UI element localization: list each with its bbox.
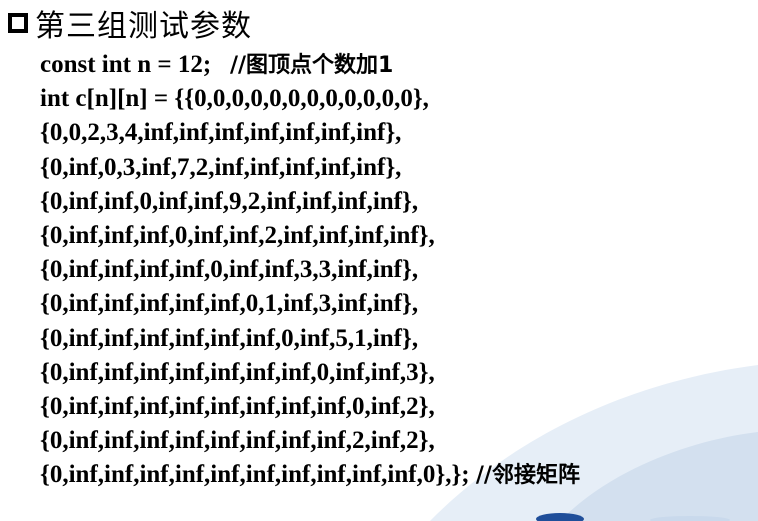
- code-line: {0,inf,inf,0,inf,inf,9,2,inf,inf,inf,inf…: [40, 185, 580, 219]
- code-line: {0,inf,inf,inf,inf,inf,0,1,inf,3,inf,inf…: [40, 287, 580, 321]
- title-text: 第三组测试参数: [35, 9, 252, 44]
- slide-title: 第三组测试参数: [8, 2, 252, 44]
- code-line: {0,0,2,3,4,inf,inf,inf,inf,inf,inf,inf},: [40, 116, 580, 150]
- code-text: {0,inf,inf,inf,inf,0,inf,inf,3,3,inf,inf…: [40, 256, 419, 284]
- code-text: {0,inf,inf,inf,inf,inf,inf,inf,inf,inf,i…: [40, 461, 476, 489]
- code-text: {0,0,2,3,4,inf,inf,inf,inf,inf,inf,inf},: [40, 119, 402, 147]
- code-line: {0,inf,inf,inf,inf,0,inf,inf,3,3,inf,inf…: [40, 253, 580, 287]
- square-bullet-icon: [8, 13, 28, 33]
- code-text: {0,inf,inf,inf,inf,inf,inf,inf,inf,2,inf…: [40, 427, 435, 455]
- code-text: {0,inf,inf,inf,0,inf,inf,2,inf,inf,inf,i…: [40, 221, 435, 249]
- code-line: {0,inf,inf,inf,inf,inf,inf,inf,inf,2,inf…: [40, 424, 580, 458]
- code-text: {0,inf,inf,inf,inf,inf,0,1,inf,3,inf,inf…: [40, 290, 419, 318]
- code-text: {0,inf,0,3,inf,7,2,inf,inf,inf,inf,inf},: [40, 153, 402, 181]
- code-text: {0,inf,inf,inf,inf,inf,inf,inf,inf,0,inf…: [40, 392, 435, 420]
- code-text: {0,inf,inf,0,inf,inf,9,2,inf,inf,inf,inf…: [40, 187, 419, 215]
- code-comment: //邻接矩阵: [475, 463, 580, 489]
- code-line: {0,inf,inf,inf,inf,inf,inf,inf,0,inf,inf…: [40, 356, 580, 390]
- code-line: {0,inf,inf,inf,inf,inf,inf,inf,inf,inf,i…: [40, 458, 580, 492]
- code-text: const int n = 12;: [40, 51, 230, 78]
- code-line: {0,inf,inf,inf,0,inf,inf,2,inf,inf,inf,i…: [40, 219, 580, 253]
- code-line: const int n = 12; //图顶点个数加1: [40, 48, 580, 82]
- code-text: {0,inf,inf,inf,inf,inf,inf,0,inf,5,1,inf…: [40, 324, 419, 352]
- code-text: {0,inf,inf,inf,inf,inf,inf,inf,0,inf,inf…: [40, 358, 435, 386]
- code-line: {0,inf,0,3,inf,7,2,inf,inf,inf,inf,inf},: [40, 151, 580, 185]
- code-line: int c[n][n] = {{0,0,0,0,0,0,0,0,0,0,0,0}…: [40, 82, 580, 116]
- code-line: {0,inf,inf,inf,inf,inf,inf,0,inf,5,1,inf…: [40, 322, 580, 356]
- code-line: {0,inf,inf,inf,inf,inf,inf,inf,inf,0,inf…: [40, 390, 580, 424]
- code-comment: //图顶点个数加1: [229, 53, 394, 78]
- code-block: const int n = 12; //图顶点个数加1 int c[n][n] …: [40, 48, 580, 492]
- code-text: int c[n][n] = {{0,0,0,0,0,0,0,0,0,0,0,0}…: [40, 85, 429, 113]
